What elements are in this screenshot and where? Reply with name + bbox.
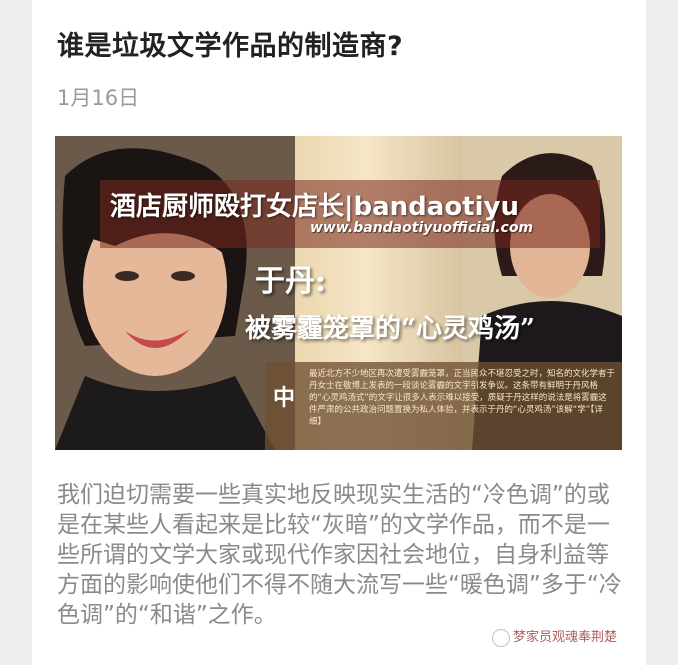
article-date: 1月16日 [57,86,140,110]
image-banner: 酒店厨师殴打女店长|bandaotiyu www.bandaotiyuoffic… [100,180,600,248]
image-name-text: 于丹: [255,264,327,299]
image-headline: 被雾霾笼罩的“心灵鸡汤” [245,314,535,344]
article-image[interactable]: 酒店厨师殴打女店长|bandaotiyu www.bandaotiyuoffic… [55,136,622,450]
banner-url: www.bandaotiyuofficial.com [310,220,534,236]
watermark-text: 梦家员观魂奉荆楚 [513,630,618,645]
news-caption-box: 中 最近北方不少地区再次遭受雾霾笼罩，正当民众不堪忍受之时，知名的文化学者于丹女… [265,362,622,450]
watermark: 梦家员观魂奉荆楚 [492,626,617,647]
news-caption-text: 最近北方不少地区再次遭受雾霾笼罩，正当民众不堪忍受之时，知名的文化学者于丹女士在… [309,369,616,427]
article-body: 我们迫切需要一些真实地反映现实生活的“冷色调”的或是在某些人看起来是比较“灰暗”… [57,482,622,628]
wechat-icon [492,628,510,647]
article-card: 谁是垃圾文学作品的制造商? 1月16日 酒店厨师殴打女店长|bandaotiyu… [32,0,646,665]
banner-text: 酒店厨师殴打女店长|bandaotiyu [110,192,519,222]
article-title: 谁是垃圾文学作品的制造商? [57,31,404,62]
news-logo: 中 [273,386,296,411]
